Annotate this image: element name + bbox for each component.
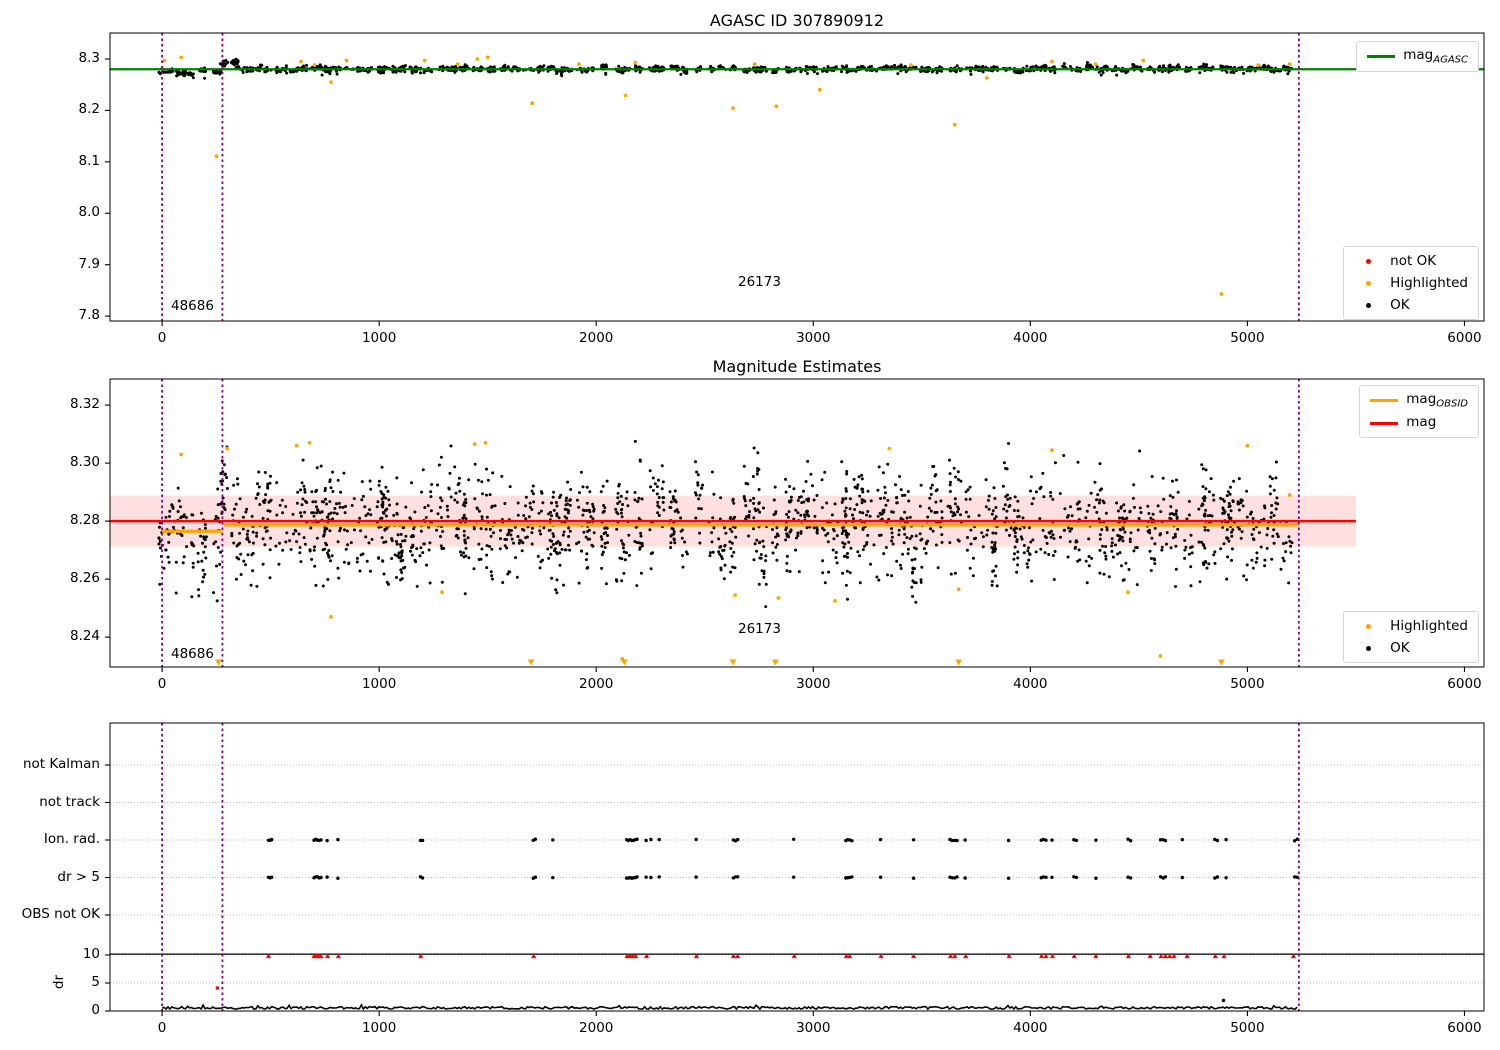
panel3-obsid-vlines [161, 723, 1300, 1011]
panel2-xtick-0: 0 [157, 676, 167, 692]
panel2-xtick-3000: 3000 [796, 676, 831, 692]
panel1-ytick-7.8: 7.8 [78, 307, 100, 324]
mag-line-swatch [1370, 421, 1399, 425]
panel1-title: AGASC ID 307890912 [709, 11, 885, 30]
panel2-marker-legend: Highlighted OK [1343, 611, 1479, 663]
panel1-xtick-0: 0 [157, 330, 167, 346]
legend-entry-highlighted-2: Highlighted [1354, 617, 1468, 635]
category-label-ion-rad-: Ion. rad. [43, 831, 100, 847]
panel3-xtick-6000: 6000 [1447, 1020, 1482, 1036]
figure: AGASC ID 307890912 Magnitude Estimates m… [0, 0, 1500, 1050]
panel2-clip-markers [215, 659, 1225, 666]
category-label-obs-not-ok: OBS not OK [21, 906, 100, 922]
panel1-ytick-8.0: 8.0 [78, 204, 100, 221]
panel1-highlighted-points [162, 55, 1292, 296]
annotation-obsid-48686: 48686 [171, 646, 214, 662]
highlighted-dot-icon [1354, 275, 1382, 291]
panel1-xtick-1000: 1000 [361, 330, 397, 346]
legend-label-highlighted-2: Highlighted [1390, 618, 1468, 634]
legend-entry-mag: mag [1370, 414, 1468, 433]
panel2-ytick-8.32: 8.32 [69, 396, 100, 413]
mag-obsid-line-swatch [1370, 398, 1399, 402]
panel1-ytick-7.9: 7.9 [78, 255, 100, 272]
panel2-line-legend: magOBSID mag [1359, 385, 1479, 439]
plot-canvas [105, 32, 1485, 1016]
panel1-line-legend: magAGASC [1356, 41, 1479, 72]
panel2-highlighted-points [179, 440, 1292, 661]
legend-entry-mag-obsid: magOBSID [1370, 391, 1468, 410]
panel3-xtick-1000: 1000 [361, 1020, 397, 1036]
ok-dot-icon [1354, 297, 1382, 313]
panel3-event-points [266, 837, 1300, 880]
legend-label-ok: OK [1390, 297, 1410, 313]
panel1-xtick-4000: 4000 [1013, 330, 1048, 346]
annotation-obsid-48686: 48686 [171, 298, 214, 314]
category-label-dr-5: dr > 5 [57, 868, 100, 885]
dr-tick-5: 5 [91, 974, 100, 990]
panel2-ytick-8.26: 8.26 [69, 570, 100, 587]
panel1-marker-legend: not OK Highlighted OK [1343, 246, 1479, 320]
legend-label-mag-agasc: magAGASC [1403, 47, 1468, 66]
category-label-not-kalman: not Kalman [22, 756, 100, 772]
panel2-xtick-5000: 5000 [1230, 676, 1265, 692]
dr-trace [161, 1003, 1298, 1011]
panel1-xtick-3000: 3000 [796, 330, 831, 346]
panel3-gridlines [110, 764, 1484, 1012]
panel3-xtick-5000: 5000 [1230, 1020, 1265, 1036]
dr-tick-0: 0 [91, 1002, 100, 1018]
panel2-xtick-4000: 4000 [1013, 676, 1048, 692]
panel1-frame [109, 32, 1485, 322]
legend-label-highlighted: Highlighted [1390, 275, 1468, 291]
panel1-ytick-8.2: 8.2 [78, 101, 100, 118]
mag-agasc-line-swatch [1367, 54, 1396, 58]
panel2-ytick-8.30: 8.30 [69, 454, 100, 471]
panel2-xtick-2000: 2000 [579, 676, 614, 692]
panel3-frame [109, 722, 1485, 1012]
panel3-xtick-2000: 2000 [579, 1020, 614, 1036]
panel1-xtick-6000: 6000 [1447, 330, 1482, 346]
annotation-obsid-26173: 26173 [738, 621, 781, 637]
ok-dot-icon [1354, 640, 1382, 656]
panel2-ytick-8.28: 8.28 [69, 512, 100, 529]
category-label-not-track: not track [39, 793, 100, 810]
panel2-ytick-8.24: 8.24 [69, 628, 100, 645]
panel3-xtick-3000: 3000 [796, 1020, 831, 1036]
panel1-xtick-5000: 5000 [1230, 330, 1265, 346]
annotation-obsid-26173: 26173 [738, 274, 781, 290]
legend-entry-highlighted: Highlighted [1354, 274, 1468, 292]
panel3-xtick-4000: 4000 [1013, 1020, 1048, 1036]
legend-label-not-ok: not OK [1390, 253, 1437, 269]
dr-tick-10: 10 [82, 946, 100, 962]
legend-label-ok-2: OK [1390, 640, 1410, 656]
highlighted-dot-icon [1354, 618, 1382, 634]
panel2-xtick-1000: 1000 [361, 676, 397, 692]
panel1-ytick-8.3: 8.3 [78, 49, 100, 66]
panel1-xtick-2000: 2000 [579, 330, 614, 346]
panel1-obsid-vlines [161, 33, 1300, 321]
panel2-xtick-6000: 6000 [1447, 676, 1482, 692]
legend-entry-ok: OK [1354, 296, 1468, 314]
panel1-ytick-8.1: 8.1 [78, 152, 100, 169]
legend-entry-not-ok: not OK [1354, 252, 1468, 270]
legend-entry-mag-agasc: magAGASC [1367, 47, 1468, 66]
dr-axis-label: dr [51, 974, 68, 990]
panel2-title: Magnitude Estimates [712, 357, 882, 376]
legend-label-mag-obsid: magOBSID [1406, 391, 1468, 410]
panel3-xtick-0: 0 [157, 1020, 167, 1036]
legend-label-mag: mag [1406, 413, 1437, 430]
not-ok-dot-icon [1354, 253, 1382, 269]
legend-entry-ok-2: OK [1354, 639, 1468, 657]
